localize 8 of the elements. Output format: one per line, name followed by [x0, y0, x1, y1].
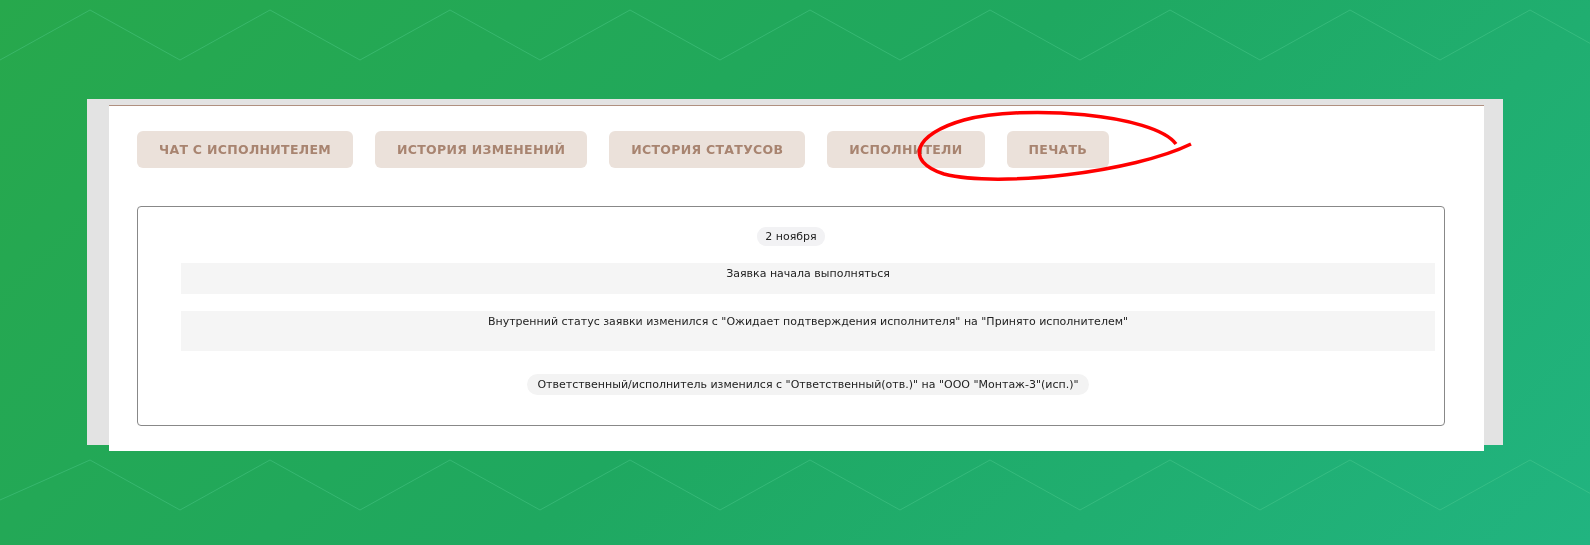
tab-button[interactable]: ЧАТ С ИСПОЛНИТЕЛЕМ — [137, 131, 354, 168]
tab-button[interactable]: ИСТОРИЯ СТАТУСОВ — [609, 131, 806, 168]
tab-button[interactable]: ИСТОРИЯ ИЗМЕНЕНИЙ — [375, 131, 588, 168]
history-entry: Заявка начала выполняться — [181, 263, 1435, 294]
tab-button[interactable]: ПЕЧАТЬ — [1006, 131, 1110, 168]
history-entry: Внутренний статус заявки изменился с "Ожидает подтверждения исполнителя" на "Принято исполнителем" — [181, 311, 1435, 351]
history-entry: Ответственный/исполнитель изменился с "Ответственный(отв.)" на "ООО "Монтаж-3"(исп.)" — [527, 374, 1089, 395]
date-chip: 2 ноября — [757, 227, 825, 246]
